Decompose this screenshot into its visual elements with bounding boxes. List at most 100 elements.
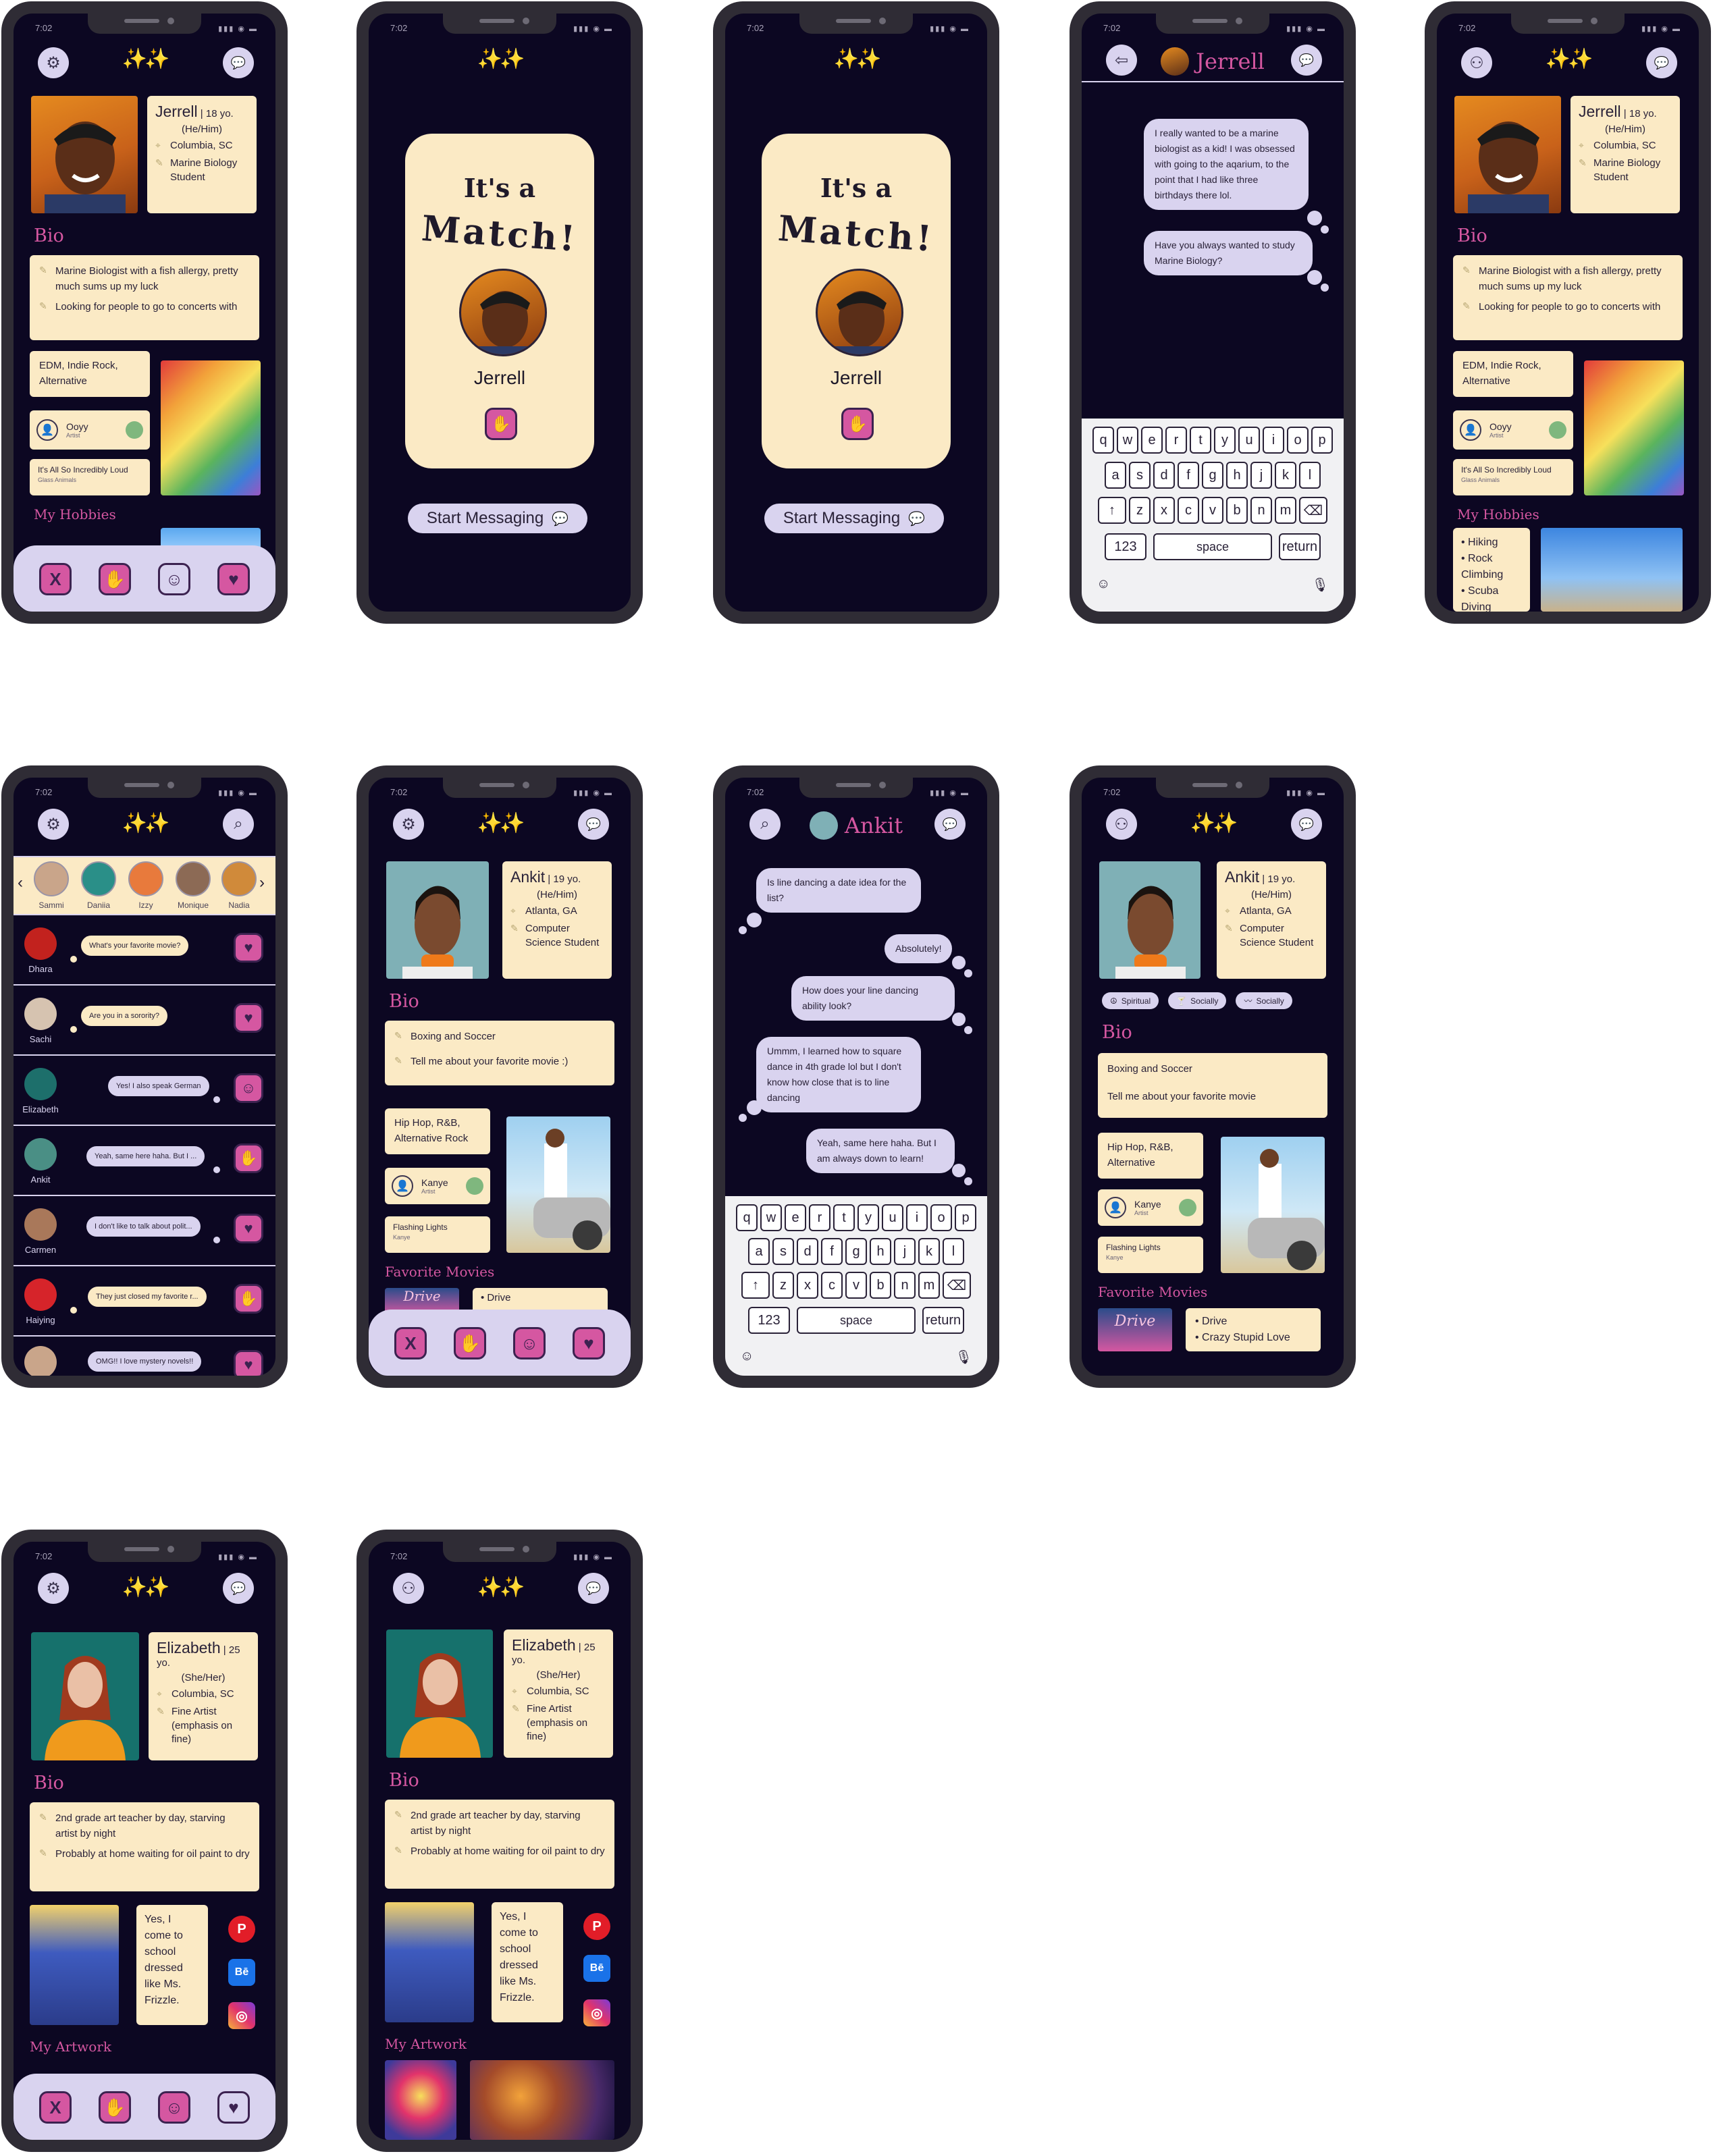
return-key[interactable]: return <box>1279 533 1321 560</box>
key[interactable]: n <box>894 1272 916 1299</box>
reject-button[interactable]: X <box>39 2091 72 2124</box>
conversation-row[interactable]: Elizabeth Yes! I also speak German ☺ <box>14 1057 275 1126</box>
key[interactable]: f <box>1178 462 1199 489</box>
key[interactable]: p <box>955 1204 976 1231</box>
key[interactable]: h <box>1226 462 1248 489</box>
start-messaging-button[interactable]: Start Messaging 💬 <box>764 504 944 533</box>
chevron-left-icon[interactable]: ‹ <box>18 873 23 892</box>
story-item[interactable]: Daniia <box>78 861 119 910</box>
backspace-key[interactable]: ⌫ <box>943 1272 971 1299</box>
start-messaging-button[interactable]: Start Messaging 💬 <box>408 504 587 533</box>
chat-icon[interactable]: 💬 <box>578 1573 609 1604</box>
conversation-row[interactable]: Haiying They just closed my favorite r..… <box>14 1268 275 1337</box>
chat-icon[interactable]: 💬 <box>1646 47 1677 78</box>
artist-card[interactable]: 👤 Kanye Artist <box>1098 1189 1203 1226</box>
shift-key[interactable]: ↑ <box>741 1272 770 1299</box>
shift-key[interactable]: ↑ <box>1098 497 1126 524</box>
emoji-icon[interactable]: ☺ <box>1097 576 1110 593</box>
key[interactable]: g <box>1202 462 1223 489</box>
key[interactable]: a <box>748 1238 770 1265</box>
key[interactable]: o <box>930 1204 952 1231</box>
conversation-row[interactable]: Carmen I don't like to talk about polit.… <box>14 1197 275 1266</box>
space-key[interactable]: space <box>797 1307 916 1334</box>
key[interactable]: k <box>918 1238 940 1265</box>
story-item[interactable]: Nadia <box>219 861 259 910</box>
key[interactable]: q <box>736 1204 758 1231</box>
smile-button[interactable]: ☺ <box>513 1327 546 1359</box>
story-item[interactable]: Izzy <box>126 861 166 910</box>
keyboard[interactable]: qwertyuiop asdfghjkl ↑ z x c v b n m ⌫ 123 space… <box>725 1196 987 1376</box>
emoji-icon[interactable]: ☺ <box>740 1349 754 1366</box>
instagram-icon[interactable]: ◎ <box>583 1999 610 2026</box>
key[interactable]: d <box>797 1238 818 1265</box>
friends-icon[interactable]: ⚇ <box>393 1573 424 1604</box>
key[interactable]: r <box>1165 427 1187 454</box>
key[interactable]: u <box>1238 427 1260 454</box>
reject-button[interactable]: X <box>39 563 72 595</box>
reject-button[interactable]: X <box>394 1327 427 1359</box>
key[interactable]: f <box>821 1238 843 1265</box>
key[interactable]: b <box>870 1272 891 1299</box>
smile-button[interactable]: ☺ <box>158 2091 190 2124</box>
key[interactable]: s <box>1129 462 1151 489</box>
key[interactable]: p <box>1311 427 1333 454</box>
key[interactable]: z <box>772 1272 794 1299</box>
key[interactable]: t <box>1190 427 1211 454</box>
wave-button[interactable]: ✋ <box>99 563 131 595</box>
conversation-row[interactable]: Sachi Are you in a sorority? ♥ <box>14 987 275 1056</box>
key[interactable]: a <box>1105 462 1126 489</box>
song-card[interactable]: It's All So Incredibly Loud Glass Animal… <box>30 459 150 495</box>
artist-card[interactable]: 👤 Kanye Artist <box>385 1168 490 1204</box>
keyboard[interactable]: qwertyuiop asdfghjkl ↑ z x c v b n m ⌫ 123 space… <box>1082 419 1344 612</box>
instagram-icon[interactable]: ◎ <box>228 2002 255 2029</box>
key[interactable]: y <box>858 1204 879 1231</box>
search-icon[interactable]: ⌕ <box>223 809 254 840</box>
key[interactable]: s <box>772 1238 794 1265</box>
behance-icon[interactable]: Bē <box>228 1959 255 1986</box>
key[interactable]: c <box>821 1272 843 1299</box>
key[interactable]: w <box>1117 427 1138 454</box>
like-icon[interactable]: ♥ <box>234 1350 263 1376</box>
key[interactable]: e <box>785 1204 806 1231</box>
key[interactable]: t <box>833 1204 855 1231</box>
key[interactable]: l <box>1299 462 1321 489</box>
settings-icon[interactable]: ⚙ <box>38 47 69 78</box>
key[interactable]: b <box>1226 497 1248 524</box>
key[interactable]: v <box>845 1272 867 1299</box>
behance-icon[interactable]: Bē <box>583 1955 610 1982</box>
key[interactable]: q <box>1092 427 1114 454</box>
key[interactable]: u <box>882 1204 903 1231</box>
key[interactable]: i <box>906 1204 928 1231</box>
key[interactable]: c <box>1178 497 1199 524</box>
key[interactable]: m <box>918 1272 940 1299</box>
key[interactable]: o <box>1287 427 1309 454</box>
settings-icon[interactable]: ⚙ <box>38 1573 69 1604</box>
chat-icon[interactable]: 💬 <box>223 47 254 78</box>
key[interactable]: y <box>1214 427 1236 454</box>
mic-icon[interactable]: 🎙 <box>1312 576 1329 593</box>
key[interactable]: n <box>1250 497 1272 524</box>
artist-card[interactable]: 👤 Ooyy Artist <box>1453 410 1573 450</box>
return-key[interactable]: return <box>922 1307 964 1334</box>
song-card[interactable]: Flashing Lights Kanye <box>1098 1237 1203 1273</box>
friends-icon[interactable]: ⚇ <box>1461 47 1492 78</box>
backspace-key[interactable]: ⌫ <box>1299 497 1327 524</box>
like-icon[interactable]: ♥ <box>234 1214 263 1243</box>
chat-icon[interactable]: 💬 <box>578 809 609 840</box>
key[interactable]: x <box>797 1272 818 1299</box>
song-card[interactable]: It's All So Incredibly Loud Glass Animal… <box>1453 459 1573 495</box>
key[interactable]: w <box>760 1204 782 1231</box>
numbers-key[interactable]: 123 <box>748 1307 790 1334</box>
chat-icon[interactable]: 💬 <box>1291 45 1322 76</box>
key[interactable]: e <box>1141 427 1163 454</box>
conversation-row[interactable]: Ankit Yeah, same here haha. But I ... ✋ <box>14 1127 275 1196</box>
artist-card[interactable]: 👤 Ooyy Artist <box>30 410 150 450</box>
key[interactable]: h <box>870 1238 891 1265</box>
key[interactable]: j <box>1250 462 1272 489</box>
numbers-key[interactable]: 123 <box>1105 533 1146 560</box>
settings-icon[interactable]: ⚙ <box>38 809 69 840</box>
conversation-row[interactable]: OMG!! I love mystery novels!! ♥ <box>14 1338 275 1376</box>
wave-button[interactable]: ✋ <box>99 2091 131 2124</box>
key[interactable]: v <box>1202 497 1223 524</box>
settings-icon[interactable]: ⚙ <box>393 809 424 840</box>
